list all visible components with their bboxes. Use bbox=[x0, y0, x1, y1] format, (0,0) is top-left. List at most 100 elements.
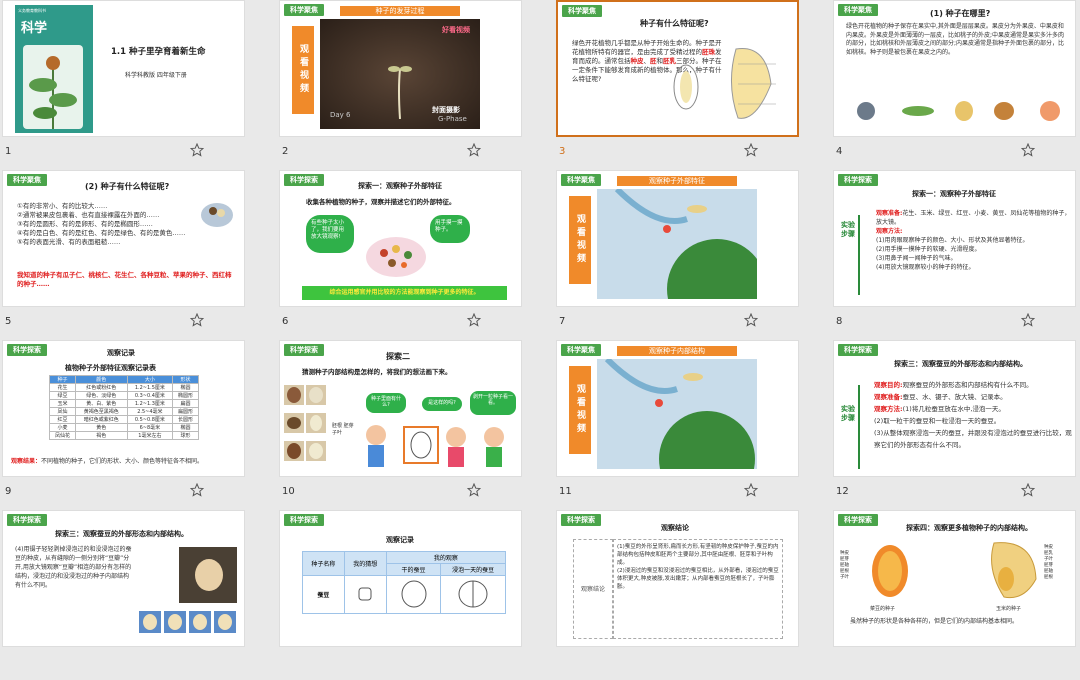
slide-2-cell[interactable]: 科学聚焦 种子的发芽过程 观看视频 Day 6 封面摄影 G-Phase 好看视… bbox=[277, 0, 547, 170]
slide-11-thumbnail[interactable]: 科学聚焦 观察种子内部结构 观看视频 bbox=[556, 340, 799, 477]
star-outline-icon[interactable] bbox=[1021, 143, 1035, 157]
slide-15-cell[interactable]: 科学探索 观察结论 观察结论 (1)蚕豆的外形呈肾形,扁而长方形,有坚韧的种皮保… bbox=[554, 510, 824, 680]
slide-6-cell[interactable]: 科学探索 探索一：观察种子外部特征 收集各种植物的种子，观察并描述它们的外部特征… bbox=[277, 170, 547, 340]
section-tag: 科学探索 bbox=[838, 344, 878, 356]
orange-header-bar: 种子的发芽过程 bbox=[340, 6, 460, 16]
star-outline-icon[interactable] bbox=[744, 483, 758, 497]
slide-10-cell[interactable]: 科学探索 探索二 猜测种子内部结构是怎样的，将我们的想法画下来。 胚根 胚芽 子… bbox=[277, 340, 547, 510]
section-tag: 科学探索 bbox=[7, 344, 47, 356]
slide-title: 探索四：观察更多植物种子的内部结构。 bbox=[906, 524, 1032, 532]
slide-number: 4 bbox=[836, 146, 843, 157]
star-outline-icon[interactable] bbox=[1021, 313, 1035, 327]
observation-result: 观察结果：不同植物的种子，它们的形状、大小、颜色等特征各不相同。 bbox=[11, 458, 204, 465]
slide-5-cell[interactable]: 科学聚焦 (2) 种子有什么特征呢? ①有的非常小、有的比较大…… ②通常被果皮… bbox=[0, 170, 270, 340]
section-tag: 科学聚焦 bbox=[838, 4, 878, 16]
slide-11-cell[interactable]: 科学聚焦 观察种子内部结构 观看视频 11 bbox=[554, 340, 824, 510]
video-frame[interactable]: Day 6 封面摄影 G-Phase 好看视频 bbox=[320, 19, 480, 129]
slide-intro: 收集各种植物的种子，观察并描述它们的外部特征。 bbox=[306, 198, 456, 206]
slide-number: 5 bbox=[5, 316, 12, 327]
watch-video-label: 观看视频 bbox=[292, 26, 314, 114]
star-outline-icon[interactable] bbox=[190, 143, 204, 157]
slide-body: 绿色开花植物的种子保存在果实中,其外面是层层果皮。果皮分为外果皮、中果皮和内果皮… bbox=[846, 23, 1065, 56]
slide-3-cell[interactable]: 科学聚焦 种子有什么特征呢? 绿色开花植物几乎都是从种子开始生命的。种子是开花植… bbox=[554, 0, 824, 170]
video-frame[interactable] bbox=[597, 189, 757, 299]
slide-12-thumbnail[interactable]: 科学探索 探索三：观察蚕豆的外部形态和内部结构。 实验步骤 观察目的:观察蚕豆的… bbox=[833, 340, 1076, 477]
slide-title: (1) 种子在哪里? bbox=[930, 9, 991, 18]
red-note: 我知道的种子有瓜子仁、桃核仁、花生仁、各种豆粒、苹果的种子、西红柿的种子…… bbox=[17, 271, 232, 288]
slide-12-cell[interactable]: 科学探索 探索三：观察蚕豆的外部形态和内部结构。 实验步骤 观察目的:观察蚕豆的… bbox=[831, 340, 1080, 510]
star-outline-icon[interactable] bbox=[190, 313, 204, 327]
star-outline-icon[interactable] bbox=[1021, 483, 1035, 497]
slide-title: 探索三：观察蚕豆的外部形态和内部结构。 bbox=[894, 360, 1027, 368]
slide-7-thumbnail[interactable]: 科学聚焦 观察种子外部特征 观看视频 bbox=[556, 170, 799, 307]
star-outline-icon[interactable] bbox=[467, 313, 481, 327]
slide-title: 观察记录 bbox=[107, 349, 135, 357]
slide-13-cell[interactable]: 科学探索 探索三：观察蚕豆的外部形态和内部结构。 (4)用镊子轻轻剥掉浸泡过的和… bbox=[0, 510, 270, 680]
book-title: 科学 bbox=[21, 21, 48, 36]
slide-2-thumbnail[interactable]: 科学聚焦 种子的发芽过程 观看视频 Day 6 封面摄影 G-Phase 好看视… bbox=[279, 0, 522, 137]
slide-body: (4)用镊子轻轻剥掉浸泡过的和没浸泡过的蚕豆的种皮，从有缝隙的一侧分别将“豆瓣”… bbox=[15, 546, 132, 589]
table-caption: 植物种子外部特征观察记录表 bbox=[65, 364, 156, 372]
slide-title: 探索二 bbox=[386, 352, 410, 361]
slide-14-cell[interactable]: 科学探索 观察记录 种子名称 我的猜想 我的观察 干的蚕豆 浸泡一天的蚕豆 蚕豆 bbox=[277, 510, 547, 680]
section-tag: 科学探索 bbox=[284, 344, 324, 356]
slide-intro: 猜测种子内部结构是怎样的，将我们的想法画下来。 bbox=[302, 368, 452, 376]
slide-13-thumbnail[interactable]: 科学探索 探索三：观察蚕豆的外部形态和内部结构。 (4)用镊子轻轻剥掉浸泡过的和… bbox=[2, 510, 245, 647]
section-tag: 科学探索 bbox=[561, 514, 601, 526]
bean-seed-diagram bbox=[872, 545, 908, 597]
slide-4-thumbnail[interactable]: 科学聚焦 (1) 种子在哪里? 绿色开花植物的种子保存在果实中,其外面是层层果皮… bbox=[833, 0, 1076, 137]
conclusion-text: (1)蚕豆的外形呈肾形,扁而长方形,有坚韧的种皮保护种子,蚕豆的内部结构包括种皮… bbox=[613, 539, 783, 639]
slide-number: 12 bbox=[836, 486, 849, 497]
slide-16-cell[interactable]: 科学探索 探索四：观察更多植物种子的内部结构。 种皮 胚芽 胚轴 胚根 子叶 菜豆的种子… bbox=[831, 510, 1080, 680]
video-frame[interactable] bbox=[597, 359, 757, 469]
list-item: ③有的是圆形、有的是卵形、有的是椭圆形…… bbox=[17, 220, 153, 228]
slide-sorter-grid: 义务教育教科书 科学 1.1 种子里孕育着新生命 科学科教版 四年级下册 1 科… bbox=[0, 0, 1080, 651]
slide-number: 9 bbox=[5, 486, 12, 497]
divider-line bbox=[858, 385, 860, 469]
planet-image bbox=[614, 189, 757, 299]
soaked-bean-sketch bbox=[458, 580, 488, 607]
slide-number: 11 bbox=[559, 486, 572, 497]
slide-title: (2) 种子有什么特征呢? bbox=[85, 182, 170, 191]
slide-10-thumbnail[interactable]: 科学探索 探索二 猜测种子内部结构是怎样的，将我们的想法画下来。 胚根 胚芽 子… bbox=[279, 340, 522, 477]
slide-number: 2 bbox=[282, 146, 289, 157]
watch-video-label: 观看视频 bbox=[569, 196, 591, 284]
slide-title: 探索一：观察种子外部特征 bbox=[358, 182, 442, 190]
slide-3-thumbnail-selected[interactable]: 科学聚焦 种子有什么特征呢? 绿色开花植物几乎都是从种子开始生命的。种子是开花植… bbox=[556, 0, 799, 137]
slide-14-thumbnail[interactable]: 科学探索 观察记录 种子名称 我的猜想 我的观察 干的蚕豆 浸泡一天的蚕豆 蚕豆 bbox=[279, 510, 522, 647]
structure-labels: 胚根 胚芽 子叶 bbox=[332, 423, 354, 436]
slide-4-cell[interactable]: 科学聚焦 (1) 种子在哪里? 绿色开花植物的种子保存在果实中,其外面是层层果皮… bbox=[831, 0, 1080, 170]
star-outline-icon[interactable] bbox=[744, 143, 758, 157]
star-outline-icon[interactable] bbox=[744, 313, 758, 327]
list-item: ④有的是白色、有的是红色、有的是绿色、有的是黄色…… bbox=[17, 229, 186, 237]
slide-1-thumbnail[interactable]: 义务教育教科书 科学 1.1 种子里孕育着新生命 科学科教版 四年级下册 bbox=[2, 0, 245, 137]
star-outline-icon[interactable] bbox=[190, 483, 204, 497]
section-tag: 科学聚焦 bbox=[562, 5, 602, 17]
video-credit: 封面摄影 bbox=[432, 106, 460, 114]
star-outline-icon[interactable] bbox=[467, 143, 481, 157]
speech-bubble-right: 用手摸一摸种子。 bbox=[430, 215, 470, 243]
orange-header-bar: 观察种子外部特征 bbox=[617, 176, 737, 186]
slide-1-cell[interactable]: 义务教育教科书 科学 1.1 种子里孕育着新生命 科学科教版 四年级下册 1 bbox=[0, 0, 270, 170]
dry-bean-sketch bbox=[401, 580, 427, 607]
list-item: ①有的非常小、有的比较大…… bbox=[17, 202, 108, 210]
slide-9-thumbnail[interactable]: 科学探索 观察记录 植物种子外部特征观察记录表 种子 颜色 大小 形状 花生 红色或粉红… bbox=[2, 340, 245, 477]
slide-number: 10 bbox=[282, 486, 295, 497]
section-tag: 科学探索 bbox=[7, 514, 47, 526]
slide-7-cell[interactable]: 科学聚焦 观察种子外部特征 观看视频 7 bbox=[554, 170, 824, 340]
star-outline-icon[interactable] bbox=[467, 483, 481, 497]
slide-5-thumbnail[interactable]: 科学聚焦 (2) 种子有什么特征呢? ①有的非常小、有的比较大…… ②通常被果皮… bbox=[2, 170, 245, 307]
slide-title: 种子有什么特征呢? bbox=[640, 19, 709, 28]
plant-illustration bbox=[23, 45, 83, 129]
slide-15-thumbnail[interactable]: 科学探索 观察结论 观察结论 (1)蚕豆的外形呈肾形,扁而长方形,有坚韧的种皮保… bbox=[556, 510, 799, 647]
summary-note: 虽然种子的形状是各种各样的，但是它们的内部结构基本相同。 bbox=[850, 618, 1019, 625]
slide-9-cell[interactable]: 科学探索 观察记录 植物种子外部特征观察记录表 种子 颜色 大小 形状 花生 红色或粉红… bbox=[0, 340, 270, 510]
bean-sketch-icon bbox=[358, 587, 372, 600]
conclusion-label: 观察结论 bbox=[573, 539, 613, 639]
section-tag: 科学聚焦 bbox=[7, 174, 47, 186]
slide-8-cell[interactable]: 科学探索 探索一：观察种子外部特征 实验步骤 观察准备:花生、玉米、绿豆、红豆、… bbox=[831, 170, 1080, 340]
slide-6-thumbnail[interactable]: 科学探索 探索一：观察种子外部特征 收集各种植物的种子，观察并描述它们的外部特征… bbox=[279, 170, 522, 307]
slide-8-thumbnail[interactable]: 科学探索 探索一：观察种子外部特征 实验步骤 观察准备:花生、玉米、绿豆、红豆、… bbox=[833, 170, 1076, 307]
section-tag: 科学探索 bbox=[838, 514, 878, 526]
slide-16-thumbnail[interactable]: 科学探索 探索四：观察更多植物种子的内部结构。 种皮 胚芽 胚轴 胚根 子叶 菜豆的种子… bbox=[833, 510, 1076, 647]
